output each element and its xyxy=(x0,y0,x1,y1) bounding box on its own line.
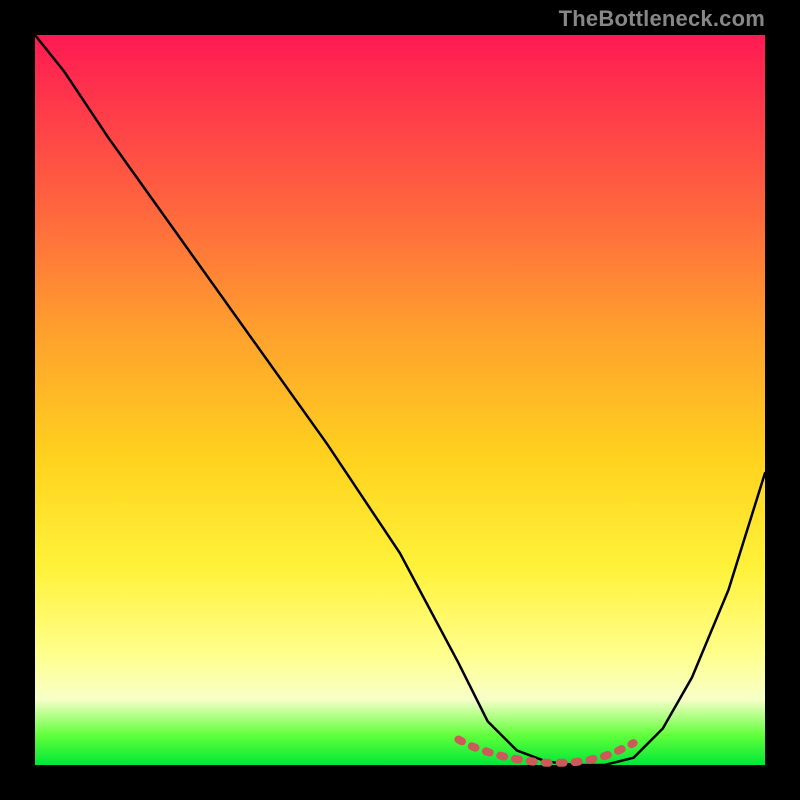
chart-frame: TheBottleneck.com xyxy=(0,0,800,800)
curve-svg xyxy=(35,35,765,765)
bottleneck-curve xyxy=(35,35,765,765)
plot-area xyxy=(35,35,765,765)
highlight-dash xyxy=(458,740,633,763)
watermark-text: TheBottleneck.com xyxy=(559,6,765,32)
